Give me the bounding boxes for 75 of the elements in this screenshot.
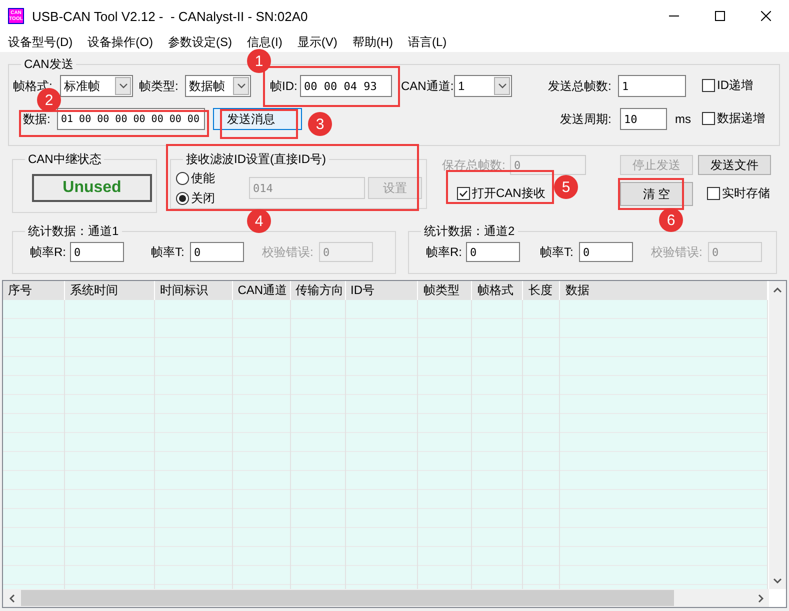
menu-item[interactable]: 帮助(H) (352, 34, 393, 50)
scroll-down-icon[interactable] (773, 578, 782, 584)
dropdown[interactable]: 标准帧 (60, 75, 133, 97)
column-header[interactable]: 系统时间 (64, 281, 155, 300)
menu-item[interactable]: 设备操作(O) (88, 34, 153, 50)
scroll-left-icon[interactable] (8, 594, 14, 602)
field-label: 帧率T: (540, 244, 574, 260)
field-label: 帧类型: (139, 78, 180, 94)
caret-icon (498, 83, 506, 89)
field-label: ms (675, 112, 692, 126)
button[interactable]: 发送文件 (698, 155, 771, 175)
column-header[interactable]: ID号 (346, 281, 418, 300)
button[interactable]: 清 空 (620, 182, 693, 206)
column-header[interactable]: 传输方向 (290, 281, 346, 300)
group-title: 接收滤波ID设置(直接ID号) (185, 151, 327, 168)
field-label: 发送总帧数: (548, 78, 612, 94)
vertical-scrollbar[interactable] (769, 281, 786, 589)
field-label: CAN通道: (401, 78, 454, 94)
dropdown[interactable]: 数据帧 (185, 75, 251, 97)
step-number: 3 (308, 112, 332, 136)
group-title: 统计数据：通道1 (27, 223, 120, 240)
menu-item[interactable]: 显示(V) (297, 34, 338, 50)
menu-item[interactable]: 信息(I) (247, 34, 282, 50)
column-header[interactable]: 序号 (3, 281, 65, 300)
scroll-right-icon[interactable] (758, 594, 764, 602)
highlight-frame (618, 178, 684, 210)
input-field[interactable]: 1 (618, 75, 686, 97)
column-header[interactable]: 长度 (523, 281, 560, 300)
input-field[interactable]: 00 00 04 93 (300, 75, 392, 97)
group-title: 统计数据：通道2 (423, 223, 516, 240)
column-header[interactable]: 帧类型 (418, 281, 472, 300)
radio-button[interactable]: 使能 (176, 168, 215, 188)
field-label: 帧率R: (426, 244, 463, 260)
group-title: CAN发送 (23, 56, 74, 73)
checkbox[interactable]: 数据递增 (702, 110, 765, 127)
column-header[interactable]: 帧格式 (472, 281, 524, 300)
group-title: CAN中继状态 (27, 151, 102, 168)
input-field[interactable]: 0 (70, 242, 124, 262)
menu-item[interactable]: 语言(L) (408, 34, 447, 50)
menu-item[interactable]: 设备型号(D) (8, 34, 73, 50)
maximize-icon (715, 11, 725, 21)
input-field[interactable]: 0 (579, 242, 633, 262)
column-header[interactable]: 时间标识 (154, 281, 233, 300)
field-label: 发送周期: (560, 110, 612, 128)
field-label: 帧ID: (270, 78, 298, 94)
input-field[interactable]: 10 (620, 108, 667, 130)
checkbox[interactable]: 实时存储 (707, 185, 770, 202)
field-label: 帧率R: (30, 244, 67, 260)
field-label: 校验错误: (651, 244, 704, 260)
step-number: 1 (247, 49, 271, 73)
checkmark-icon (458, 188, 469, 199)
field-label: 帧率T: (151, 244, 186, 260)
window-title: USB-CAN Tool V2.12 - - CANalyst-II - SN:02A0 (32, 8, 309, 24)
caret-icon (118, 83, 128, 89)
radio-dot-icon (179, 194, 186, 202)
radio-button[interactable]: 关闭 (176, 188, 215, 208)
input-field[interactable]: 01 00 00 00 00 00 00 00 (57, 108, 205, 130)
menu-item[interactable]: 参数设定(S) (168, 34, 232, 50)
step-number: 5 (554, 175, 578, 199)
column-header[interactable]: CAN通道 (232, 281, 291, 300)
column-header[interactable]: 数据 (560, 281, 768, 300)
checkbox[interactable]: 打开CAN接收 (457, 185, 546, 202)
step-number: 6 (659, 208, 683, 232)
input-field[interactable]: 0 (190, 242, 244, 262)
horizontal-scrollbar[interactable] (3, 589, 769, 607)
field-label: 校验错误: (262, 244, 314, 260)
close-icon (761, 11, 771, 21)
caret-icon (236, 83, 246, 89)
input-field[interactable]: 0 (466, 242, 520, 262)
status-indicator: Unused (32, 174, 152, 202)
field-label: 数据: (23, 110, 52, 128)
checkbox[interactable]: ID递增 (702, 77, 753, 94)
dropdown[interactable]: 1 (454, 75, 512, 97)
scroll-up-icon[interactable] (773, 286, 782, 292)
step-number: 4 (247, 209, 271, 233)
